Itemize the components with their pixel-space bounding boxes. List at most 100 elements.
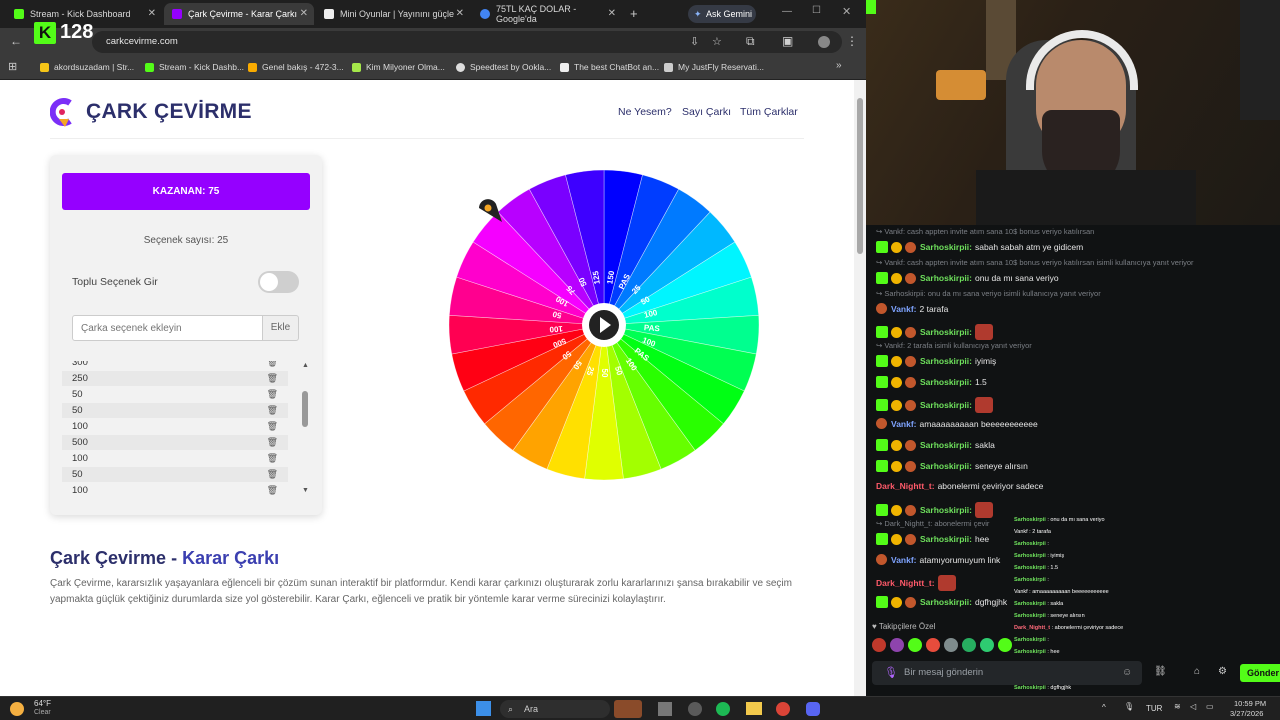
bookmark-item[interactable]: Kim Milyoner Olma... bbox=[352, 62, 445, 72]
taskbar-app[interactable] bbox=[688, 702, 702, 716]
emote[interactable] bbox=[908, 638, 922, 652]
scroll-up-icon[interactable]: ▲ bbox=[302, 362, 309, 369]
chat-username[interactable]: Sarhoskirpii: bbox=[920, 400, 972, 410]
nav-ne-yesem[interactable]: Ne Yesem? bbox=[618, 106, 672, 118]
emote[interactable] bbox=[998, 638, 1012, 652]
language-indicator[interactable]: TUR bbox=[1146, 704, 1162, 713]
chat-username[interactable]: Vankf: bbox=[891, 419, 917, 429]
close-icon[interactable]: ✕ bbox=[456, 8, 464, 19]
bookmark-item[interactable]: Stream - Kick Dashb... bbox=[145, 62, 244, 72]
tab-cark-cevirme[interactable]: Çark Çevirme - Karar Çarkı ✕ bbox=[164, 3, 314, 25]
chat-message[interactable]: Sarhoskirpii: bbox=[876, 324, 993, 340]
profile-avatar[interactable] bbox=[818, 36, 830, 48]
chat-username[interactable]: Sarhoskirpii: bbox=[920, 242, 972, 252]
chat-message[interactable]: Sarhoskirpii: seneye alırsın bbox=[876, 460, 1028, 472]
nav-tum-carklar[interactable]: Tüm Çarklar bbox=[740, 106, 798, 118]
bookmark-item[interactable]: Speedtest by Ookla... bbox=[456, 62, 551, 72]
taskbar-search[interactable]: ⌕ Ara bbox=[500, 700, 610, 718]
trash-icon[interactable]: 🗑 bbox=[267, 419, 278, 434]
chat-username[interactable]: Dark_Nightt_t: bbox=[876, 481, 935, 491]
scroll-down-icon[interactable]: ▼ bbox=[302, 487, 309, 494]
chat-message[interactable]: Vankf: 2 tarafa bbox=[876, 303, 948, 314]
emote[interactable] bbox=[944, 638, 958, 652]
chat-message[interactable]: Sarhoskirpii: iyimiş bbox=[876, 355, 996, 367]
trash-icon[interactable]: 🗑 bbox=[267, 361, 278, 370]
windows-start-icon[interactable] bbox=[476, 701, 491, 716]
battery-icon[interactable]: ▭ bbox=[1206, 702, 1214, 711]
close-window-button[interactable]: ✕ bbox=[842, 5, 851, 18]
spotify-icon[interactable] bbox=[716, 702, 730, 716]
bookmark-item[interactable]: Genel bakış - 472-3... bbox=[248, 62, 344, 72]
trash-icon[interactable]: 🗑 bbox=[267, 387, 278, 402]
trash-icon[interactable]: 🗑 bbox=[267, 483, 278, 498]
chat-username[interactable]: Dark_Nightt_t: bbox=[876, 578, 935, 588]
chat-username[interactable]: Sarhoskirpii: bbox=[920, 597, 972, 607]
microphone-icon[interactable]: 🎙 bbox=[884, 661, 898, 685]
store-icon[interactable]: ⌂ bbox=[1194, 666, 1200, 677]
settings-icon[interactable]: ⚙ bbox=[1218, 666, 1227, 677]
chat-message[interactable]: Sarhoskirpii: hee bbox=[876, 533, 989, 545]
tray-chevron-icon[interactable]: ^ bbox=[1102, 703, 1106, 712]
close-icon[interactable]: ✕ bbox=[300, 8, 308, 19]
menu-icon[interactable]: ⋮ bbox=[846, 34, 858, 48]
trash-icon[interactable]: 🗑 bbox=[267, 467, 278, 482]
list-scrollbar[interactable] bbox=[302, 391, 308, 427]
emoji-icon[interactable]: ☺ bbox=[1122, 661, 1132, 685]
tab-mini-oyunlar[interactable]: Mini Oyunlar | Yayınını güçle ✕ bbox=[316, 3, 470, 25]
install-icon[interactable]: ⇩ bbox=[690, 31, 699, 53]
star-icon[interactable]: ☆ bbox=[712, 31, 722, 53]
chat-message[interactable]: Vankf: atamıyorumuyum link bbox=[876, 554, 1000, 565]
chat-username[interactable]: Sarhoskirpii: bbox=[920, 356, 972, 366]
more-bookmarks-icon[interactable]: » bbox=[836, 60, 842, 71]
chat-message[interactable]: Dark_Nightt_t: bbox=[876, 575, 956, 591]
chat-username[interactable]: Sarhoskirpii: bbox=[920, 505, 972, 515]
chat-username[interactable]: Sarhoskirpii: bbox=[920, 377, 972, 387]
chat-message[interactable]: Sarhoskirpii: bbox=[876, 397, 993, 413]
chat-message[interactable]: Sarhoskirpii: sakla bbox=[876, 439, 995, 451]
emote[interactable] bbox=[926, 638, 940, 652]
chat-message[interactable]: Sarhoskirpii: onu da mı sana veriyo bbox=[876, 272, 1059, 284]
mic-tray-icon[interactable]: 🎙 bbox=[1124, 702, 1134, 711]
minimize-button[interactable]: — bbox=[782, 6, 792, 17]
emote[interactable] bbox=[962, 638, 976, 652]
site-logo[interactable]: ÇARK ÇEVİRME bbox=[86, 100, 252, 124]
trash-icon[interactable]: 🗑 bbox=[267, 371, 278, 386]
chat-username[interactable]: Sarhoskirpii: bbox=[920, 461, 972, 471]
volume-icon[interactable]: ◁ bbox=[1190, 702, 1196, 711]
chat-message[interactable]: Vankf: amaaaaaaaaan beeeeeeeeeee bbox=[876, 418, 1038, 429]
bookmark-item[interactable]: My JustFly Reservati... bbox=[664, 62, 764, 72]
tab-google[interactable]: 75TL KAÇ DOLAR - Google'da ✕ bbox=[472, 3, 622, 25]
chat-message[interactable]: Sarhoskirpii: bbox=[876, 502, 993, 518]
option-input[interactable] bbox=[72, 315, 263, 341]
add-option-button[interactable]: Ekle bbox=[262, 315, 299, 341]
maximize-button[interactable]: ☐ bbox=[812, 5, 821, 16]
ask-gemini-button[interactable]: ✦ Ask Gemini bbox=[688, 5, 756, 23]
trash-icon[interactable]: 🗑 bbox=[267, 435, 278, 450]
taskbar-app[interactable] bbox=[614, 700, 642, 718]
address-bar[interactable]: carkcevirme.com ⇩ ☆ bbox=[92, 31, 842, 53]
chat-username[interactable]: Sarhoskirpii: bbox=[920, 440, 972, 450]
folder-icon[interactable] bbox=[746, 702, 762, 715]
chat-username[interactable]: Vankf: bbox=[891, 555, 917, 565]
emote[interactable] bbox=[890, 638, 904, 652]
bookmark-item[interactable]: The best ChatBot an... bbox=[560, 62, 659, 72]
taskbar-app[interactable] bbox=[658, 702, 672, 716]
chat-message[interactable]: Dark_Nightt_t: abonelermi çeviriyor sadec… bbox=[876, 481, 1043, 491]
close-icon[interactable]: ✕ bbox=[608, 8, 616, 19]
trash-icon[interactable]: 🗑 bbox=[267, 403, 278, 418]
trash-icon[interactable]: 🗑 bbox=[267, 451, 278, 466]
page-scroll-thumb[interactable] bbox=[857, 98, 863, 254]
chat-message[interactable]: Sarhoskirpii: sabah sabah atm ye gidicem bbox=[876, 241, 1083, 253]
chat-message[interactable]: Sarhoskirpii: 1.5 bbox=[876, 376, 987, 388]
apps-icon[interactable]: ⊞ bbox=[8, 60, 17, 73]
new-tab-button[interactable]: + bbox=[630, 6, 638, 21]
emote[interactable] bbox=[872, 638, 886, 652]
nav-sayi-carki[interactable]: Sayı Çarkı bbox=[682, 106, 731, 118]
chat-username[interactable]: Sarhoskirpii: bbox=[920, 534, 972, 544]
close-icon[interactable]: ✕ bbox=[148, 8, 156, 19]
wifi-icon[interactable]: ≋ bbox=[1174, 702, 1181, 711]
chrome-icon[interactable] bbox=[776, 702, 790, 716]
sidebar-icon[interactable]: ▣ bbox=[782, 34, 793, 48]
chat-username[interactable]: Sarhoskirpii: bbox=[920, 273, 972, 283]
chat-message[interactable]: Sarhoskirpii: dgfhgjhk bbox=[876, 596, 1007, 608]
